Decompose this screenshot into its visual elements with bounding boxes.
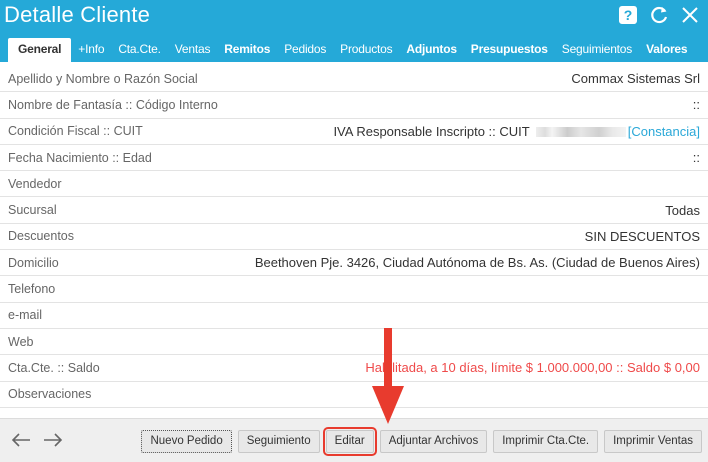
field-telefono: Telefono [0, 276, 708, 303]
field-condicion-fiscal: Condición Fiscal :: CUIT IVA Responsable… [0, 119, 708, 145]
field-label: Descuentos [8, 229, 75, 244]
field-value: :: [692, 97, 700, 113]
field-value: Commax Sistemas Srl [571, 71, 700, 87]
footer-toolbar: Nuevo Pedido Seguimiento Editar Adjuntar… [0, 418, 708, 462]
imprimir-ctacte-button[interactable]: Imprimir Cta.Cte. [493, 430, 599, 453]
arrow-left-icon[interactable] [10, 431, 32, 449]
field-value: :: [692, 150, 700, 166]
field-label: Fecha Nacimiento :: Edad [8, 150, 152, 165]
field-email: e-mail [0, 303, 708, 329]
tab-presupuestos[interactable]: Presupuestos [464, 38, 555, 62]
field-value: IVA Responsable Inscripto :: CUIT [Consta… [333, 124, 700, 139]
tab-info[interactable]: +Info [71, 38, 111, 62]
field-nacimiento: Fecha Nacimiento :: Edad :: [0, 145, 708, 172]
field-domicilio: Domicilio Beethoven Pje. 3426, Ciudad Au… [0, 250, 708, 277]
tab-bar: General +Info Cta.Cte. Ventas Remitos Pe… [0, 33, 708, 62]
field-value: Beethoven Pje. 3426, Ciudad Autónoma de … [254, 255, 700, 271]
nuevo-pedido-button[interactable]: Nuevo Pedido [141, 430, 232, 453]
adjuntar-archivos-button[interactable]: Adjuntar Archivos [379, 430, 488, 453]
field-label: Apellido y Nombre o Razón Social [8, 71, 198, 86]
tab-seguimientos[interactable]: Seguimientos [555, 38, 639, 62]
field-sucursal: Sucursal Todas [0, 197, 708, 224]
tab-ctacte[interactable]: Cta.Cte. [111, 38, 167, 62]
field-ctacte-saldo: Cta.Cte. :: Saldo Habilitada, a 10 días,… [0, 355, 708, 382]
tab-remitos[interactable]: Remitos [217, 38, 277, 62]
field-label: e-mail [8, 308, 43, 323]
client-detail-table: Apellido y Nombre o Razón Social Commax … [0, 66, 708, 408]
field-value: Todas [665, 202, 700, 218]
field-descuentos: Descuentos SIN DESCUENTOS [0, 224, 708, 251]
tab-productos[interactable]: Productos [333, 38, 399, 62]
field-label: Telefono [8, 282, 56, 297]
field-label: Cta.Cte. :: Saldo [8, 360, 100, 375]
condicion-text: IVA Responsable Inscripto :: CUIT [333, 123, 530, 139]
annotation-arrow-icon [372, 328, 404, 424]
field-label: Condición Fiscal :: CUIT [8, 124, 143, 139]
tab-valores[interactable]: Valores [639, 38, 694, 62]
tab-ventas[interactable]: Ventas [168, 38, 218, 62]
field-label: Domicilio [8, 255, 59, 270]
field-observaciones: Observaciones [0, 382, 708, 408]
field-web: Web [0, 329, 708, 356]
field-vendedor: Vendedor [0, 171, 708, 198]
field-label: Nombre de Fantasía :: Código Interno [8, 97, 218, 112]
field-label: Web [8, 334, 34, 349]
field-label: Sucursal [8, 203, 57, 218]
field-fantasia: Nombre de Fantasía :: Código Interno :: [0, 92, 708, 119]
close-icon[interactable] [680, 5, 700, 25]
field-label: Observaciones [8, 387, 92, 402]
field-value: Habilitada, a 10 días, límite $ 1.000.00… [365, 360, 700, 376]
help-icon[interactable]: ? [618, 5, 638, 25]
editar-button[interactable]: Editar [322, 427, 377, 456]
tab-pedidos[interactable]: Pedidos [277, 38, 333, 62]
field-value: SIN DESCUENTOS [584, 228, 700, 244]
window-title: Detalle Cliente [4, 2, 151, 27]
imprimir-ventas-button[interactable]: Imprimir Ventas [604, 430, 702, 453]
svg-text:?: ? [624, 7, 633, 23]
tab-adjuntos[interactable]: Adjuntos [399, 38, 463, 62]
arrow-right-icon[interactable] [42, 431, 64, 449]
field-razon-social: Apellido y Nombre o Razón Social Commax … [0, 66, 708, 93]
seguimiento-button[interactable]: Seguimiento [237, 430, 320, 453]
title-bar: Detalle Cliente ? [0, 0, 708, 33]
refresh-icon[interactable] [648, 4, 670, 26]
field-label: Vendedor [8, 176, 62, 191]
cuit-redacted [535, 127, 626, 138]
tab-general[interactable]: General [8, 38, 72, 62]
constancia-link[interactable]: [Constancia] [628, 124, 700, 139]
